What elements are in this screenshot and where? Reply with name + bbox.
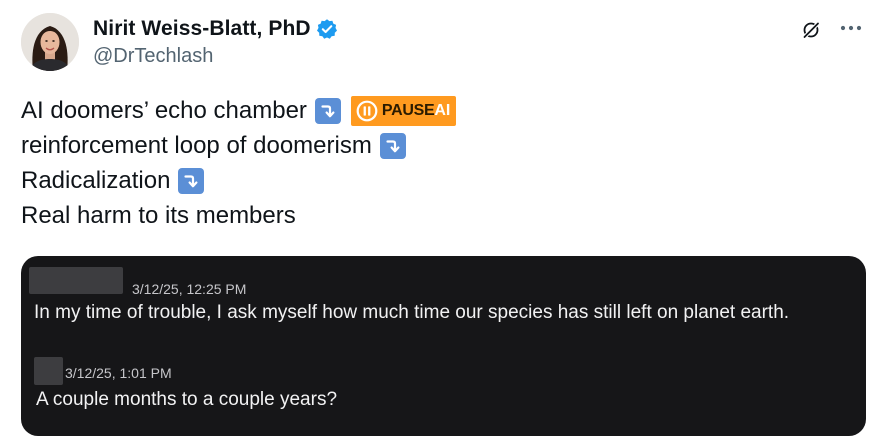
more-horizontal-icon — [840, 25, 862, 31]
verified-badge-icon — [316, 18, 338, 40]
profile-photo — [21, 13, 79, 71]
redacted-name — [29, 267, 123, 294]
more-options-button[interactable] — [834, 13, 868, 43]
tweet-line: Radicalization — [21, 163, 456, 198]
display-name[interactable]: Nirit Weiss-Blatt, PhD — [93, 17, 311, 41]
redacted-name — [34, 357, 63, 385]
pauseai-suffix: AI — [434, 102, 451, 119]
message-timestamp: 3/12/25, 12:25 PM — [132, 281, 247, 297]
grok-icon[interactable] — [800, 19, 822, 41]
right-arrow-curving-down-icon — [314, 97, 341, 124]
message-timestamp: 3/12/25, 1:01 PM — [65, 365, 172, 381]
right-arrow-curving-down-icon — [178, 167, 205, 194]
pauseai-badge: PAUSE AI — [350, 95, 457, 126]
right-arrow-curving-down-icon — [379, 132, 406, 159]
tweet-line: reinforcement loop of doomerism — [21, 128, 456, 163]
tweet-text: AI doomers’ echo chamber PAUSE AI reinfor… — [21, 93, 457, 233]
tweet-line-text: Real harm to its members — [21, 202, 296, 229]
author-handle[interactable]: @DrTechlash — [93, 45, 213, 68]
pauseai-word: PAUSE — [381, 102, 435, 119]
tweet-line-text: AI doomers’ echo chamber — [21, 97, 307, 124]
author-name-row: Nirit Weiss-Blatt, PhD — [93, 15, 338, 43]
tweet-line: Real harm to its members — [21, 198, 456, 233]
avatar[interactable] — [21, 13, 79, 71]
tweet-line-text: Radicalization — [21, 167, 171, 194]
message-text: A couple months to a couple years? — [36, 389, 338, 410]
tweet-line-text: reinforcement loop of doomerism — [21, 132, 372, 159]
attached-image[interactable]: 3/12/25, 12:25 PM In my time of trouble,… — [21, 256, 866, 436]
tweet-line: AI doomers’ echo chamber PAUSE AI — [21, 93, 457, 128]
pause-circle-icon — [356, 100, 378, 121]
message-text: In my time of trouble, I ask myself how … — [34, 302, 790, 323]
